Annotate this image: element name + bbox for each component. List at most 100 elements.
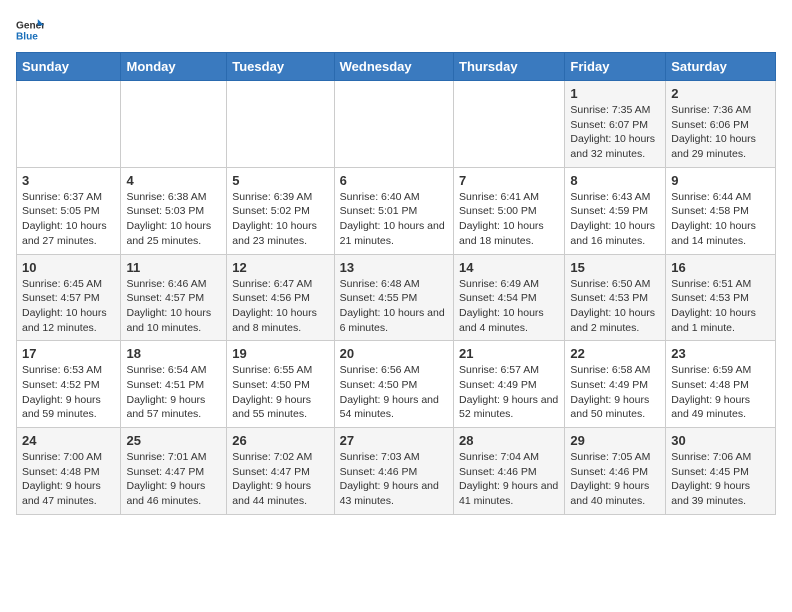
calendar-cell: 18 Sunrise: 6:54 AM Sunset: 4:51 PM Dayli… <box>121 341 227 428</box>
header-row: SundayMondayTuesdayWednesdayThursdayFrid… <box>17 53 776 81</box>
calendar-cell: 11 Sunrise: 6:46 AM Sunset: 4:57 PM Dayli… <box>121 254 227 341</box>
calendar-cell <box>17 81 121 168</box>
day-detail: Sunrise: 7:05 AM Sunset: 4:46 PM Dayligh… <box>570 450 660 509</box>
col-header-tuesday: Tuesday <box>227 53 334 81</box>
calendar-cell: 1 Sunrise: 7:35 AM Sunset: 6:07 PM Daylig… <box>565 81 666 168</box>
day-detail: Sunrise: 7:00 AM Sunset: 4:48 PM Dayligh… <box>22 450 115 509</box>
calendar-cell: 13 Sunrise: 6:48 AM Sunset: 4:55 PM Dayli… <box>334 254 453 341</box>
calendar-cell: 25 Sunrise: 7:01 AM Sunset: 4:47 PM Dayli… <box>121 428 227 515</box>
day-detail: Sunrise: 6:56 AM Sunset: 4:50 PM Dayligh… <box>340 363 448 422</box>
calendar-cell <box>121 81 227 168</box>
day-number: 2 <box>671 86 770 101</box>
day-detail: Sunrise: 6:48 AM Sunset: 4:55 PM Dayligh… <box>340 277 448 336</box>
day-detail: Sunrise: 6:41 AM Sunset: 5:00 PM Dayligh… <box>459 190 559 249</box>
col-header-monday: Monday <box>121 53 227 81</box>
calendar-cell: 6 Sunrise: 6:40 AM Sunset: 5:01 PM Daylig… <box>334 167 453 254</box>
day-detail: Sunrise: 6:44 AM Sunset: 4:58 PM Dayligh… <box>671 190 770 249</box>
calendar-cell <box>454 81 565 168</box>
week-row-4: 17Sunrise: 6:53 AM Sunset: 4:52 PM Dayli… <box>17 341 776 428</box>
logo: General Blue <box>16 16 48 44</box>
day-detail: Sunrise: 7:06 AM Sunset: 4:45 PM Dayligh… <box>671 450 770 509</box>
day-detail: Sunrise: 7:36 AM Sunset: 6:06 PM Dayligh… <box>671 103 770 162</box>
calendar-cell: 7 Sunrise: 6:41 AM Sunset: 5:00 PM Daylig… <box>454 167 565 254</box>
week-row-5: 24 Sunrise: 7:00 AM Sunset: 4:48 PM Dayli… <box>17 428 776 515</box>
calendar-table: SundayMondayTuesdayWednesdayThursdayFrid… <box>16 52 776 515</box>
day-detail: Sunrise: 6:39 AM Sunset: 5:02 PM Dayligh… <box>232 190 328 249</box>
calendar-cell: 17Sunrise: 6:53 AM Sunset: 4:52 PM Dayli… <box>17 341 121 428</box>
calendar-cell: 26 Sunrise: 7:02 AM Sunset: 4:47 PM Dayli… <box>227 428 334 515</box>
calendar-cell <box>334 81 453 168</box>
col-header-saturday: Saturday <box>666 53 776 81</box>
col-header-sunday: Sunday <box>17 53 121 81</box>
day-number: 19 <box>232 346 328 361</box>
week-row-2: 3Sunrise: 6:37 AM Sunset: 5:05 PM Daylig… <box>17 167 776 254</box>
calendar-cell: 23Sunrise: 6:59 AM Sunset: 4:48 PM Dayli… <box>666 341 776 428</box>
day-number: 24 <box>22 433 115 448</box>
day-number: 21 <box>459 346 559 361</box>
day-number: 15 <box>570 260 660 275</box>
day-detail: Sunrise: 6:45 AM Sunset: 4:57 PM Dayligh… <box>22 277 115 336</box>
day-detail: Sunrise: 6:38 AM Sunset: 5:03 PM Dayligh… <box>126 190 221 249</box>
day-detail: Sunrise: 6:46 AM Sunset: 4:57 PM Dayligh… <box>126 277 221 336</box>
day-number: 25 <box>126 433 221 448</box>
day-detail: Sunrise: 7:03 AM Sunset: 4:46 PM Dayligh… <box>340 450 448 509</box>
calendar-cell: 30 Sunrise: 7:06 AM Sunset: 4:45 PM Dayli… <box>666 428 776 515</box>
calendar-cell: 19 Sunrise: 6:55 AM Sunset: 4:50 PM Dayli… <box>227 341 334 428</box>
header: General Blue <box>16 16 776 44</box>
calendar-cell: 20 Sunrise: 6:56 AM Sunset: 4:50 PM Dayli… <box>334 341 453 428</box>
calendar-cell: 12 Sunrise: 6:47 AM Sunset: 4:56 PM Dayli… <box>227 254 334 341</box>
day-number: 16 <box>671 260 770 275</box>
day-detail: Sunrise: 6:54 AM Sunset: 4:51 PM Dayligh… <box>126 363 221 422</box>
day-number: 30 <box>671 433 770 448</box>
day-detail: Sunrise: 6:43 AM Sunset: 4:59 PM Dayligh… <box>570 190 660 249</box>
day-number: 23 <box>671 346 770 361</box>
calendar-cell: 2 Sunrise: 7:36 AM Sunset: 6:06 PM Daylig… <box>666 81 776 168</box>
day-detail: Sunrise: 6:49 AM Sunset: 4:54 PM Dayligh… <box>459 277 559 336</box>
calendar-cell: 21Sunrise: 6:57 AM Sunset: 4:49 PM Dayli… <box>454 341 565 428</box>
day-number: 26 <box>232 433 328 448</box>
day-detail: Sunrise: 7:01 AM Sunset: 4:47 PM Dayligh… <box>126 450 221 509</box>
day-number: 14 <box>459 260 559 275</box>
calendar-cell: 3Sunrise: 6:37 AM Sunset: 5:05 PM Daylig… <box>17 167 121 254</box>
day-number: 12 <box>232 260 328 275</box>
day-detail: Sunrise: 6:58 AM Sunset: 4:49 PM Dayligh… <box>570 363 660 422</box>
calendar-cell: 29 Sunrise: 7:05 AM Sunset: 4:46 PM Dayli… <box>565 428 666 515</box>
logo-icon: General Blue <box>16 16 44 44</box>
day-number: 1 <box>570 86 660 101</box>
calendar-cell: 8 Sunrise: 6:43 AM Sunset: 4:59 PM Daylig… <box>565 167 666 254</box>
calendar-cell <box>227 81 334 168</box>
day-detail: Sunrise: 7:35 AM Sunset: 6:07 PM Dayligh… <box>570 103 660 162</box>
col-header-wednesday: Wednesday <box>334 53 453 81</box>
calendar-cell: 10 Sunrise: 6:45 AM Sunset: 4:57 PM Dayli… <box>17 254 121 341</box>
day-number: 11 <box>126 260 221 275</box>
calendar-cell: 9 Sunrise: 6:44 AM Sunset: 4:58 PM Daylig… <box>666 167 776 254</box>
day-number: 18 <box>126 346 221 361</box>
day-number: 29 <box>570 433 660 448</box>
day-number: 17 <box>22 346 115 361</box>
week-row-1: 1 Sunrise: 7:35 AM Sunset: 6:07 PM Daylig… <box>17 81 776 168</box>
day-detail: Sunrise: 6:47 AM Sunset: 4:56 PM Dayligh… <box>232 277 328 336</box>
calendar-cell: 5Sunrise: 6:39 AM Sunset: 5:02 PM Daylig… <box>227 167 334 254</box>
svg-text:Blue: Blue <box>16 31 38 42</box>
day-number: 9 <box>671 173 770 188</box>
day-detail: Sunrise: 7:02 AM Sunset: 4:47 PM Dayligh… <box>232 450 328 509</box>
calendar-cell: 14 Sunrise: 6:49 AM Sunset: 4:54 PM Dayli… <box>454 254 565 341</box>
day-number: 10 <box>22 260 115 275</box>
day-number: 20 <box>340 346 448 361</box>
day-number: 28 <box>459 433 559 448</box>
day-number: 13 <box>340 260 448 275</box>
day-number: 22 <box>570 346 660 361</box>
col-header-friday: Friday <box>565 53 666 81</box>
calendar-cell: 15Sunrise: 6:50 AM Sunset: 4:53 PM Dayli… <box>565 254 666 341</box>
day-detail: Sunrise: 6:51 AM Sunset: 4:53 PM Dayligh… <box>671 277 770 336</box>
day-detail: Sunrise: 6:55 AM Sunset: 4:50 PM Dayligh… <box>232 363 328 422</box>
calendar-cell: 16 Sunrise: 6:51 AM Sunset: 4:53 PM Dayli… <box>666 254 776 341</box>
day-number: 6 <box>340 173 448 188</box>
day-number: 7 <box>459 173 559 188</box>
calendar-cell: 24 Sunrise: 7:00 AM Sunset: 4:48 PM Dayli… <box>17 428 121 515</box>
day-number: 8 <box>570 173 660 188</box>
day-detail: Sunrise: 7:04 AM Sunset: 4:46 PM Dayligh… <box>459 450 559 509</box>
day-detail: Sunrise: 6:40 AM Sunset: 5:01 PM Dayligh… <box>340 190 448 249</box>
calendar-cell: 4 Sunrise: 6:38 AM Sunset: 5:03 PM Daylig… <box>121 167 227 254</box>
day-number: 4 <box>126 173 221 188</box>
